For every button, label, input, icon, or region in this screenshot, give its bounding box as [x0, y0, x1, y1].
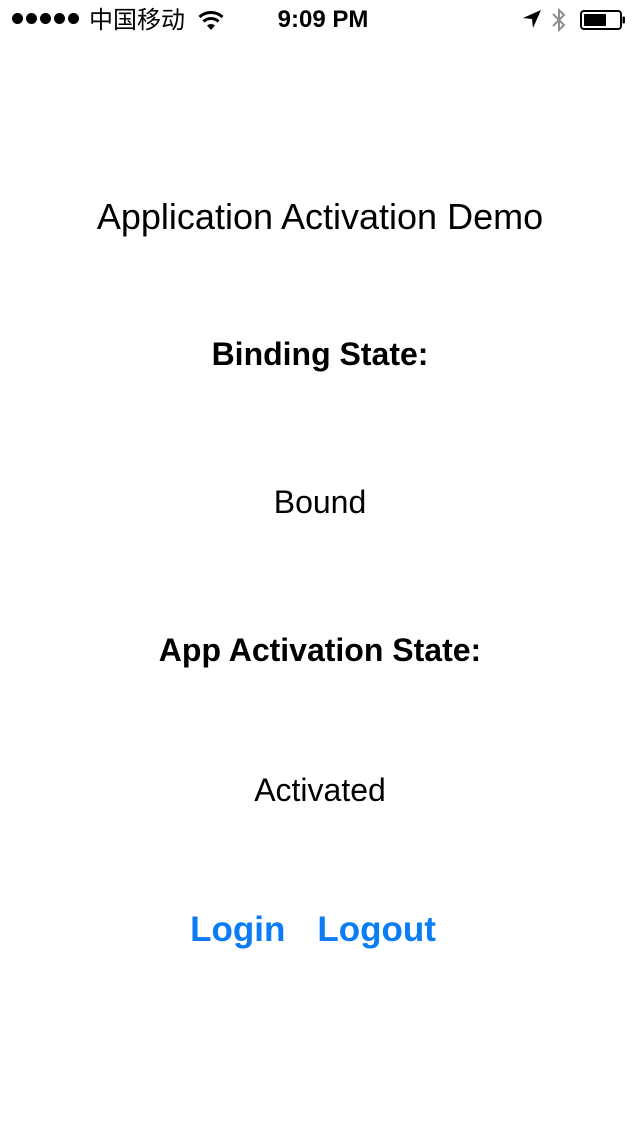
activation-state-value: Activated — [254, 772, 386, 808]
location-arrow-icon — [523, 10, 541, 28]
action-buttons: Login Logout — [0, 910, 640, 950]
login-button[interactable]: Login — [190, 910, 285, 950]
bluetooth-icon — [552, 7, 566, 33]
page-title: Application Activation Demo — [96, 196, 544, 237]
status-bar: 中国移动 9:09 PM — [0, 0, 640, 40]
status-time: 9:09 PM — [277, 6, 369, 33]
battery-icon — [580, 10, 625, 30]
binding-state-value: Bound — [273, 484, 367, 520]
logout-button[interactable]: Logout — [317, 910, 436, 950]
binding-state-label: Binding State: — [211, 336, 429, 372]
activation-state-label: App Activation State: — [158, 632, 482, 668]
